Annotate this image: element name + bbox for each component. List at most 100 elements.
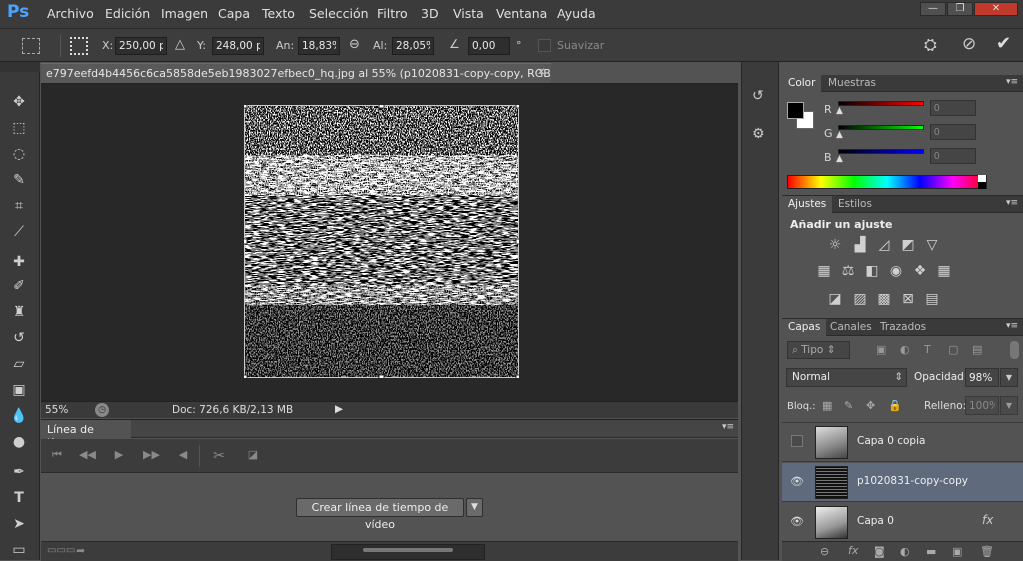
minimize-button[interactable]: —	[920, 2, 946, 16]
blend-mode-select[interactable]: Normal ⇕	[786, 368, 907, 387]
audio-icon[interactable]: ◀	[175, 448, 191, 464]
prev-frame-icon[interactable]: ◀◀	[79, 448, 96, 464]
brightness-contrast-icon[interactable]: ☼	[826, 236, 844, 254]
red-slider[interactable]	[838, 101, 924, 106]
lock-paint-icon[interactable]: ✎	[844, 399, 853, 412]
status-menu-arrow-icon[interactable]: ▶	[335, 403, 343, 415]
menu-ventana[interactable]: Ventana	[496, 6, 547, 21]
transition-icon[interactable]: ◪	[245, 448, 261, 464]
lock-transparent-icon[interactable]: ▦	[822, 399, 832, 412]
filter-adjustment-icon[interactable]: ◐	[900, 343, 910, 356]
vibrance-icon[interactable]: ▽	[923, 236, 941, 254]
menu-3d[interactable]: 3D	[421, 6, 439, 21]
healing-brush-tool-icon[interactable]: ✚	[8, 252, 30, 272]
layer-effects-icon[interactable]: fx	[982, 513, 993, 527]
tab-canales[interactable]: Canales	[824, 319, 878, 336]
clone-stamp-tool-icon[interactable]: ♜	[8, 302, 30, 322]
quick-selection-tool-icon[interactable]: ✎	[8, 170, 30, 190]
curves-icon[interactable]: ◿	[875, 236, 893, 254]
restore-button[interactable]: ❐	[947, 2, 973, 16]
blue-value[interactable]	[930, 148, 976, 164]
menu-capa[interactable]: Capa	[218, 6, 250, 21]
add-mask-icon[interactable]: ◙	[874, 545, 885, 558]
properties-panel-icon[interactable]: ⚙	[752, 126, 765, 142]
menu-archivo[interactable]: Archivo	[47, 6, 94, 21]
smooth-checkbox[interactable]	[538, 39, 551, 52]
blue-slider-thumb[interactable]: ▲	[836, 154, 843, 164]
green-value[interactable]	[930, 124, 976, 140]
adjustments-menu-icon[interactable]: ▾≡	[1006, 198, 1018, 208]
posterize-icon[interactable]: ▨	[851, 290, 869, 308]
selective-color-icon[interactable]: ⊠	[899, 290, 917, 308]
type-tool-icon[interactable]: T	[8, 488, 30, 508]
layer-name[interactable]: p1020831-copy-copy	[857, 475, 968, 487]
close-window-button[interactable]: ✕	[974, 2, 1018, 16]
menu-ayuda[interactable]: Ayuda	[557, 6, 596, 21]
canvas-area[interactable]	[41, 84, 738, 401]
history-brush-tool-icon[interactable]: ↺	[8, 328, 30, 348]
gradient-tool-icon[interactable]: ▣	[8, 380, 30, 400]
timeline-zoom-slider[interactable]	[363, 548, 453, 552]
path-selection-tool-icon[interactable]: ➤	[8, 514, 30, 534]
layer-row[interactable]: Capa 0 copia	[782, 423, 1023, 462]
menu-imagen[interactable]: Imagen	[161, 6, 208, 21]
tab-color[interactable]: Color	[782, 75, 822, 92]
tab-estilos[interactable]: Estilos	[832, 196, 878, 213]
width-input[interactable]	[298, 37, 340, 55]
color-balance-icon[interactable]: ⚖	[839, 262, 857, 280]
invert-icon[interactable]: ◪	[826, 290, 844, 308]
photo-filter-icon[interactable]: ◉	[887, 262, 905, 280]
red-slider-thumb[interactable]: ▲	[836, 106, 843, 116]
create-timeline-dropdown-icon[interactable]: ▼	[466, 498, 483, 517]
tab-muestras[interactable]: Muestras	[822, 75, 882, 92]
levels-icon[interactable]: ▟	[851, 236, 869, 254]
green-slider-thumb[interactable]: ▲	[836, 130, 843, 140]
split-icon[interactable]: ✂	[211, 448, 227, 464]
document-tab[interactable]: e797eefd4b4456c6ca5858de5eb1983027efbec0…	[41, 63, 551, 83]
new-adjustment-icon[interactable]: ◐	[900, 545, 910, 558]
exposure-icon[interactable]: ◩	[899, 236, 917, 254]
eye-icon[interactable]: 👁	[790, 515, 804, 529]
eraser-tool-icon[interactable]: ▱	[8, 354, 30, 374]
layer-name[interactable]: Capa 0	[857, 515, 894, 527]
gradient-map-icon[interactable]: ▤	[923, 290, 941, 308]
menu-texto[interactable]: Texto	[262, 6, 295, 21]
timeline-tab[interactable]: Línea de tiempo	[41, 420, 131, 449]
add-style-icon[interactable]: fx	[848, 544, 858, 557]
warp-icon[interactable]: ⛭	[924, 35, 937, 55]
layer-row[interactable]: 👁 p1020831-copy-copy	[782, 463, 1023, 502]
commit-transform-icon[interactable]: ✔	[996, 33, 1011, 54]
next-frame-icon[interactable]: ▶▶	[143, 448, 160, 464]
filter-smart-icon[interactable]: ▤	[972, 343, 982, 356]
hue-saturation-icon[interactable]: ▦	[815, 262, 833, 280]
zoom-level[interactable]: 55%	[45, 404, 68, 416]
layer-row[interactable]: 👁 Capa 0 fx	[782, 503, 1023, 542]
tab-trazados[interactable]: Trazados	[874, 319, 932, 336]
create-video-timeline-button[interactable]: Crear línea de tiempo de vídeo	[296, 498, 464, 531]
document-canvas[interactable]	[244, 105, 519, 378]
layers-menu-icon[interactable]: ▾≡	[1006, 321, 1018, 331]
layer-name[interactable]: Capa 0 copia	[857, 435, 925, 447]
close-doc-icon[interactable]: ✕	[537, 67, 545, 78]
blue-slider[interactable]	[838, 149, 924, 154]
crop-tool-icon[interactable]: ⌗	[8, 196, 30, 216]
first-frame-icon[interactable]: ⏮	[49, 448, 65, 464]
menu-edicion[interactable]: Edición	[105, 6, 150, 21]
eye-icon[interactable]: 👁	[790, 475, 804, 489]
color-lookup-icon[interactable]: ▦	[935, 262, 953, 280]
link-layers-icon[interactable]: ⊖	[820, 545, 829, 558]
lasso-tool-icon[interactable]: ◌	[8, 144, 30, 164]
menu-filtro[interactable]: Filtro	[377, 6, 408, 21]
convert-frames-icon[interactable]: ▭▭▭	[47, 545, 75, 556]
rectangle-tool-icon[interactable]: ▭	[8, 540, 30, 560]
eyedropper-tool-icon[interactable]: ⟋	[8, 222, 30, 242]
render-icon[interactable]: ➦	[76, 544, 85, 557]
cancel-transform-icon[interactable]: ⊘	[962, 34, 976, 54]
green-slider[interactable]	[838, 125, 924, 130]
menu-seleccion[interactable]: Selección	[309, 6, 369, 21]
pen-tool-icon[interactable]: ✒	[8, 462, 30, 482]
foreground-color-swatch[interactable]	[787, 102, 804, 119]
reference-point-icon[interactable]	[70, 37, 88, 55]
channel-mixer-icon[interactable]: ❖	[911, 262, 929, 280]
red-value[interactable]	[930, 100, 976, 116]
